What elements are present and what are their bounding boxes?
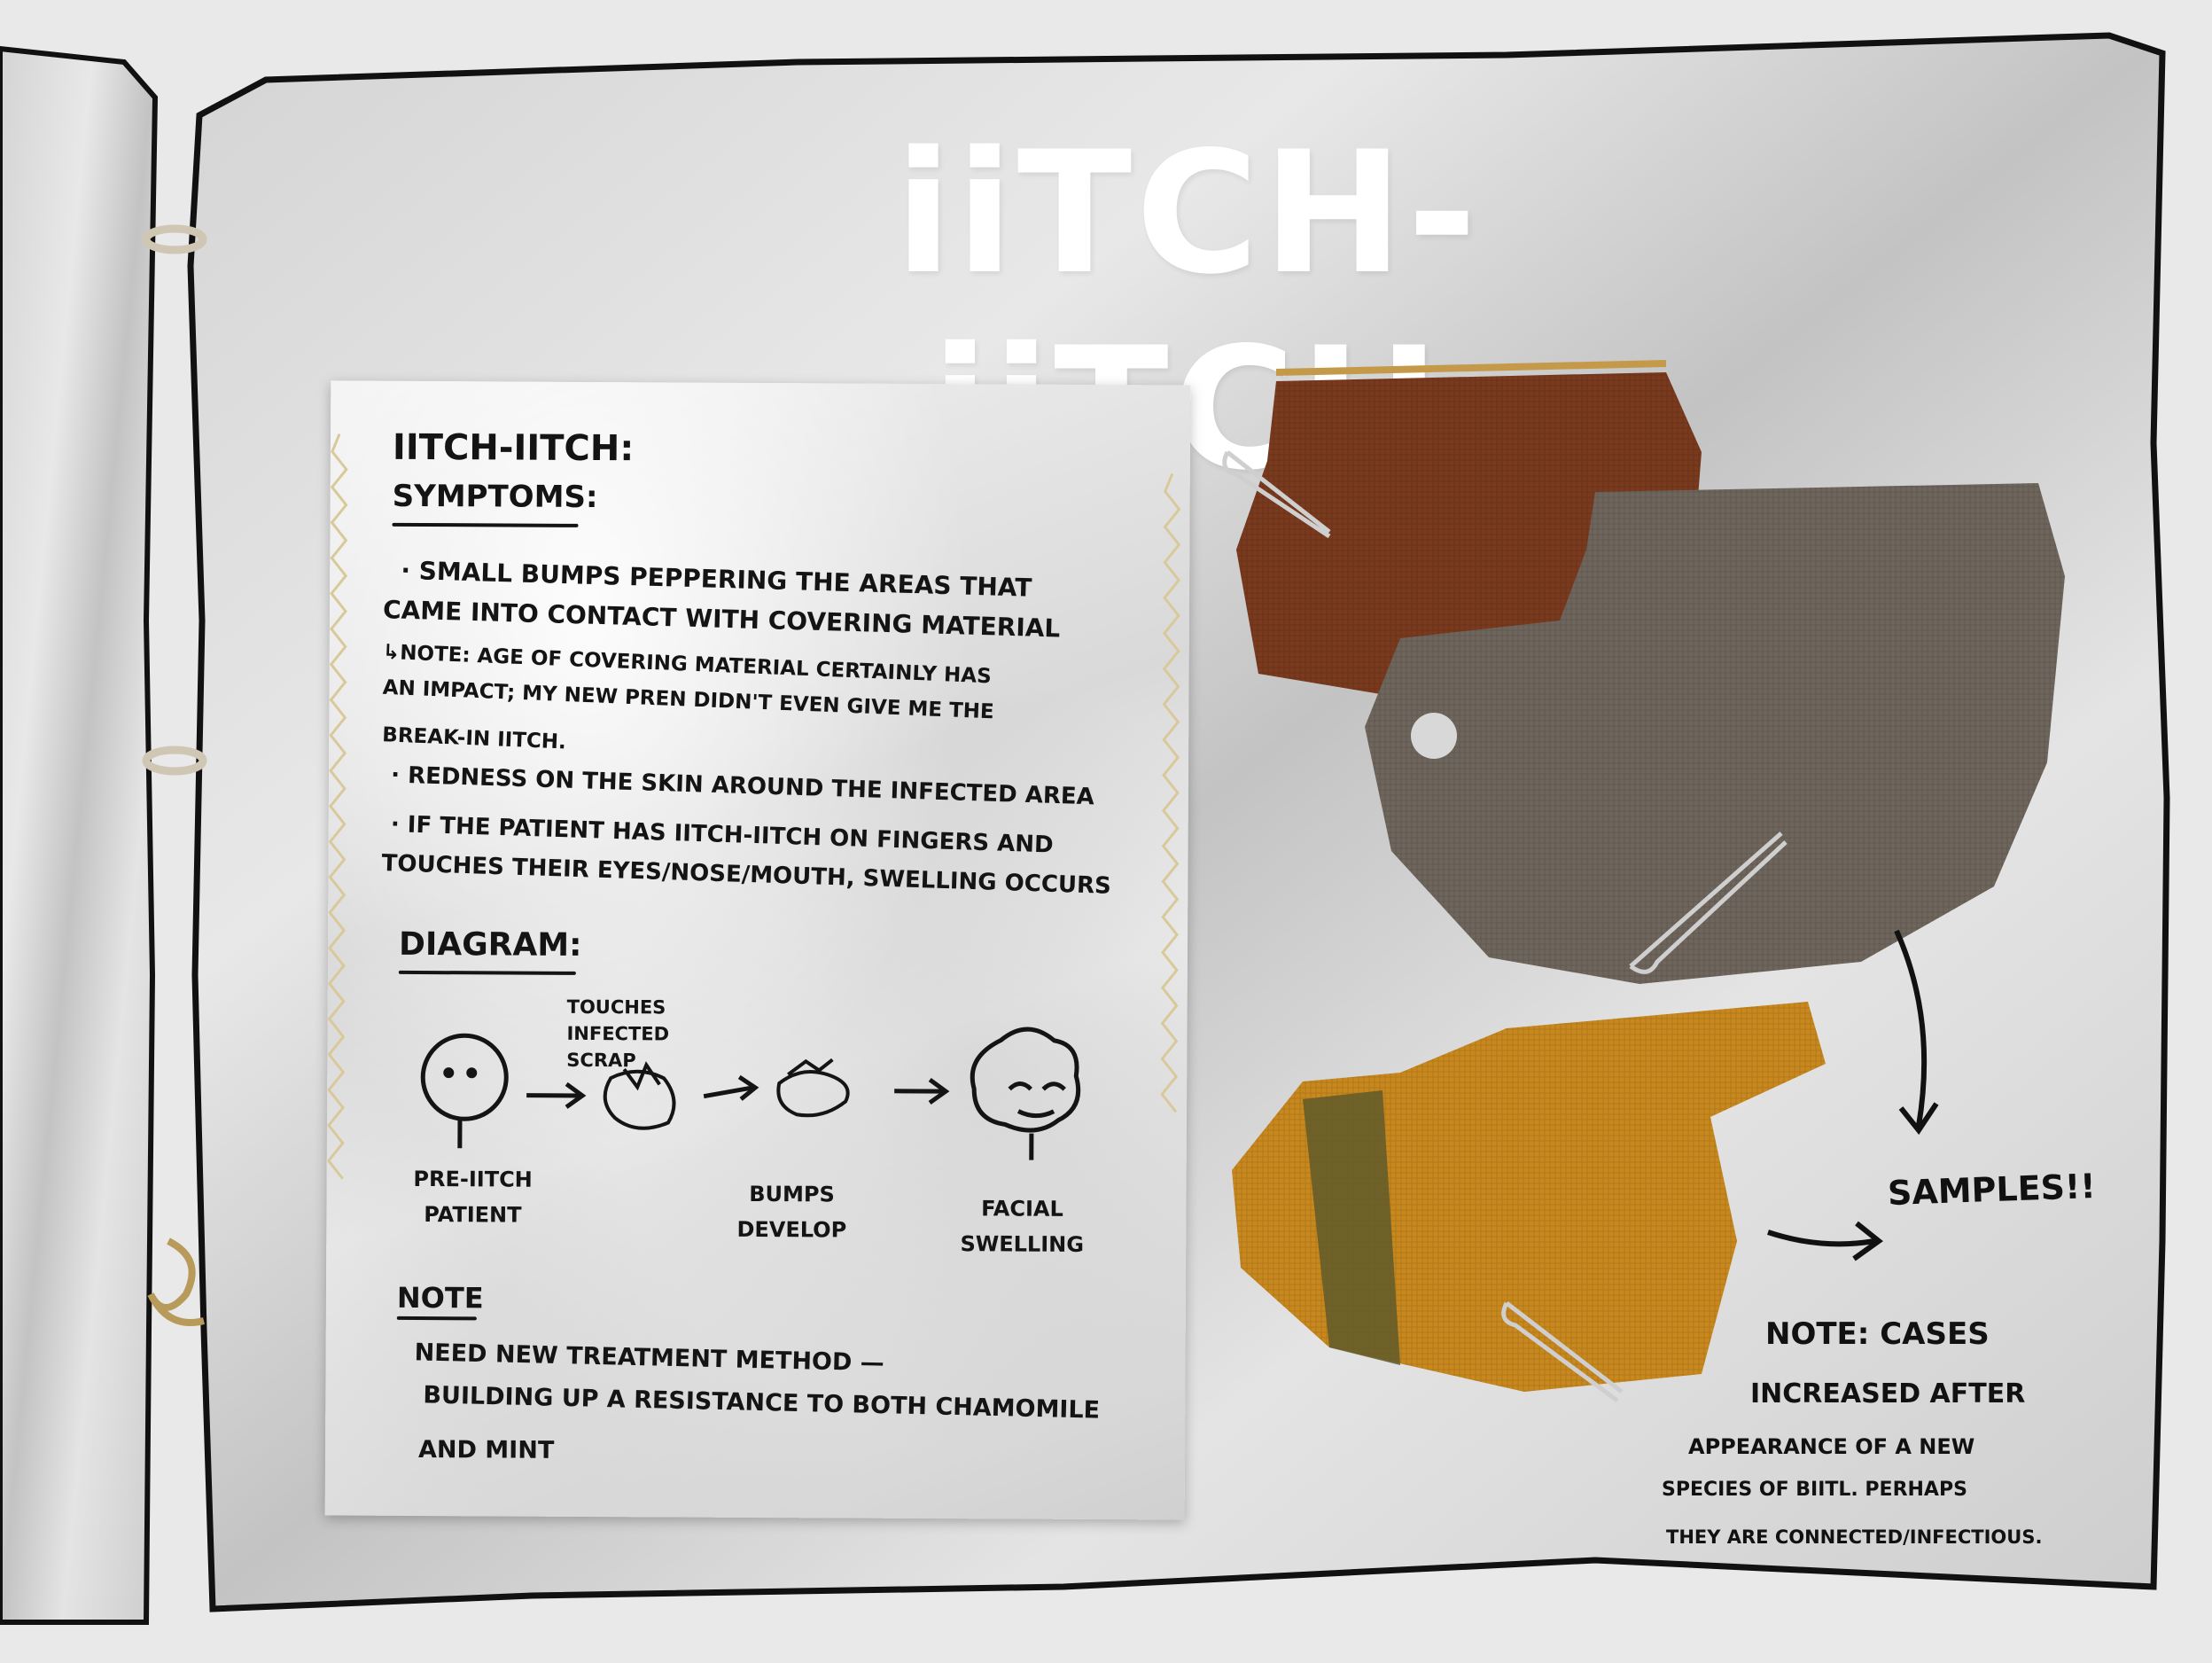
patient-head-icon <box>420 1033 509 1149</box>
arrow-icon <box>526 1081 587 1109</box>
side-note-line-5: THEY ARE CONNECTED/INFECTIOUS. <box>1666 1526 2043 1548</box>
scrapbook-spread: iiTCH-iiTCH iiTCH-iiTCH: SYMPTOMS: · SMA… <box>0 0 2212 1663</box>
arrow-icon <box>703 1074 759 1101</box>
swollen-face-icon <box>970 1027 1081 1160</box>
notes-sheet: iiTCH-iiTCH: SYMPTOMS: · SMALL BUMPS PEP… <box>324 380 1191 1520</box>
diagram-heading: DIAGRAM: <box>398 925 582 964</box>
arrow-icon <box>894 1078 950 1105</box>
diagram-step-3: BUMPS DEVELOP <box>736 1181 847 1243</box>
note-line-3: AND MINT <box>417 1436 555 1464</box>
hand-scrap-icon <box>603 1061 676 1130</box>
side-note-line-1: NOTE: CASES <box>1765 1316 1990 1352</box>
left-page <box>0 45 159 1625</box>
diagram-step-4: FACIAL SWELLING <box>960 1196 1085 1257</box>
eye-icon <box>443 1067 455 1079</box>
bumpy-hand-icon <box>776 1058 850 1118</box>
binding-ring <box>142 746 207 776</box>
diagram-step-2: TOUCHES INFECTED SCRAP <box>566 995 670 1072</box>
symptoms-heading: SYMPTOMS: <box>392 478 598 516</box>
side-note-line-3: APPEARANCE OF A NEW <box>1688 1434 1975 1459</box>
side-note-line-4: SPECIES OF BIITL. PERHAPS <box>1662 1479 1967 1501</box>
diagram-step-1: PRE-iiTCH PATIENT <box>413 1166 533 1228</box>
eye-icon <box>466 1067 478 1079</box>
side-note-line-2: INCREASED AFTER <box>1750 1378 2026 1409</box>
ornament-hook <box>147 1237 205 1326</box>
notes-heading: iiTCH-iiTCH: <box>392 426 635 470</box>
underline <box>396 1316 477 1321</box>
note-heading: NOTE <box>396 1280 484 1316</box>
samples-label: SAMPLES!! <box>1887 1166 2097 1214</box>
